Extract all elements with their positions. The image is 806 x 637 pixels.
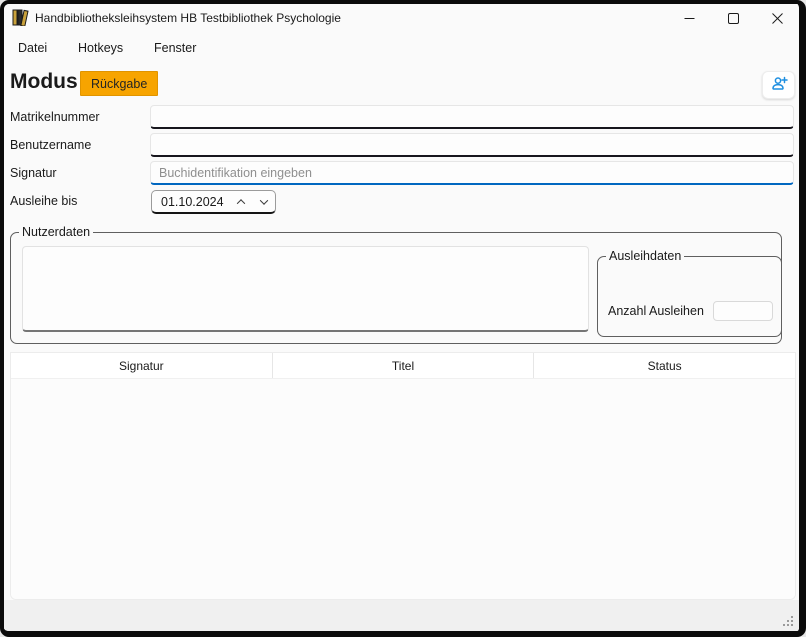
chevron-up-icon[interactable] — [229, 191, 252, 212]
signatur-field[interactable] — [150, 161, 794, 185]
ausleihe-bis-spinner[interactable]: 01.10.2024 — [151, 190, 276, 214]
table-header-row: Signatur Titel Status — [11, 353, 795, 379]
app-window: Handbibliotheksleihsystem HB Testbibliot… — [0, 0, 806, 637]
date-value: 01.10.2024 — [152, 195, 229, 209]
column-header-signatur[interactable]: Signatur — [11, 353, 273, 378]
anzahl-row: Anzahl Ausleihen — [608, 301, 773, 321]
mode-badge[interactable]: Rückgabe — [80, 71, 158, 96]
results-table: Signatur Titel Status — [10, 352, 796, 600]
window-content: Handbibliotheksleihsystem HB Testbibliot… — [4, 4, 799, 631]
books-icon — [12, 9, 30, 26]
close-icon[interactable] — [755, 4, 799, 32]
signatur-label: Signatur — [10, 166, 57, 180]
table-body[interactable] — [11, 380, 795, 599]
nutzerdaten-textarea[interactable] — [22, 246, 589, 332]
anzahl-ausleihen-label: Anzahl Ausleihen — [608, 304, 704, 318]
status-strip — [4, 600, 799, 631]
chevron-down-icon[interactable] — [252, 191, 275, 212]
window-controls — [667, 4, 799, 32]
minimize-icon[interactable] — [667, 4, 711, 32]
matrikelnummer-field[interactable] — [150, 105, 794, 129]
matrikelnummer-label: Matrikelnummer — [10, 110, 100, 124]
menu-item-hotkeys[interactable]: Hotkeys — [78, 38, 123, 58]
menu-bar: Datei Hotkeys Fenster — [4, 34, 799, 60]
menu-item-datei[interactable]: Datei — [18, 38, 47, 58]
mode-heading: Modus — [10, 70, 78, 94]
ausleihdaten-legend: Ausleihdaten — [606, 249, 684, 263]
benutzername-field[interactable] — [150, 133, 794, 157]
person-add-icon — [770, 76, 788, 95]
benutzername-label: Benutzername — [10, 138, 91, 152]
window-title: Handbibliotheksleihsystem HB Testbibliot… — [35, 4, 341, 32]
anzahl-ausleihen-field[interactable] — [713, 301, 773, 321]
nutzerdaten-legend: Nutzerdaten — [19, 225, 93, 239]
menu-item-fenster[interactable]: Fenster — [154, 38, 196, 58]
ausleihdaten-group: Ausleihdaten Anzahl Ausleihen — [597, 249, 782, 337]
title-bar[interactable]: Handbibliotheksleihsystem HB Testbibliot… — [4, 4, 799, 32]
column-header-status[interactable]: Status — [534, 353, 795, 378]
resize-grip-icon[interactable] — [781, 614, 794, 627]
add-user-button[interactable] — [762, 71, 795, 99]
column-header-titel[interactable]: Titel — [273, 353, 535, 378]
maximize-icon[interactable] — [711, 4, 755, 32]
ausleihe-bis-label: Ausleihe bis — [10, 194, 77, 208]
